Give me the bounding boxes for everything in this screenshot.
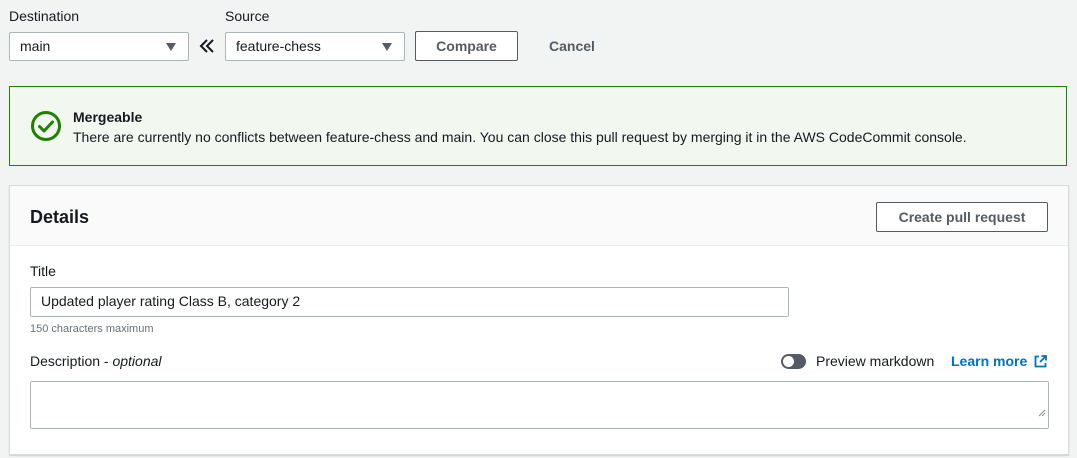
title-label: Title (30, 263, 56, 279)
details-panel: Details Create pull request Title Update… (9, 185, 1069, 455)
destination-value: main (20, 38, 51, 54)
title-input[interactable]: Updated player rating Class B, category … (30, 287, 789, 317)
mergeable-alert: Mergeable There are currently no conflic… (9, 86, 1067, 166)
alert-title: Mergeable (73, 109, 143, 125)
caret-down-icon (166, 43, 176, 51)
compare-button[interactable]: Compare (415, 31, 518, 61)
preview-markdown-label: Preview markdown (816, 353, 935, 369)
create-pull-request-button[interactable]: Create pull request (876, 202, 1048, 232)
source-value: feature-chess (236, 38, 321, 54)
preview-markdown-toggle[interactable] (781, 354, 806, 369)
description-label: Description - optional (30, 353, 162, 369)
check-circle-icon (30, 110, 62, 147)
destination-select[interactable]: main (9, 32, 189, 61)
caret-down-icon (382, 43, 392, 51)
description-textarea[interactable] (30, 381, 1049, 429)
description-label-text: Description - (30, 353, 113, 369)
description-optional-text: optional (112, 353, 162, 369)
source-label: Source (225, 8, 270, 24)
learn-more-link[interactable]: Learn more (951, 353, 1048, 371)
destination-label: Destination (9, 8, 80, 24)
title-hint: 150 characters maximum (30, 323, 154, 335)
double-chevron-left-icon (198, 37, 216, 60)
toggle-knob (783, 356, 794, 367)
cancel-button[interactable]: Cancel (549, 38, 595, 54)
alert-message: There are currently no conflicts between… (73, 129, 967, 145)
details-heading: Details (30, 207, 90, 227)
learn-more-text: Learn more (951, 353, 1028, 369)
external-link-icon (1034, 355, 1048, 371)
resize-handle-icon[interactable] (1038, 399, 1046, 426)
source-select[interactable]: feature-chess (225, 32, 405, 61)
